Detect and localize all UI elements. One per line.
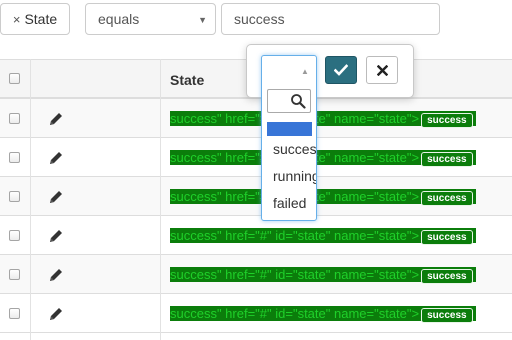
row-checkbox[interactable] (9, 230, 20, 241)
column-header-state[interactable]: State (170, 72, 204, 88)
remove-icon: × (12, 11, 21, 27)
row-checkbox[interactable] (9, 191, 20, 202)
state-cell[interactable]: success" href="#" id="state" name="state… (170, 306, 476, 323)
dropdown-option-running[interactable]: running (266, 166, 316, 186)
row-checkbox[interactable] (9, 269, 20, 280)
row-checkbox[interactable] (9, 113, 20, 124)
row-checkbox[interactable] (9, 152, 20, 163)
pencil-icon[interactable] (47, 305, 65, 323)
search-icon (291, 94, 306, 109)
confirm-edit-button[interactable] (325, 56, 357, 84)
dropdown-search-input[interactable] (267, 89, 311, 113)
state-raw-text: success" href="#" id="state" name="state… (170, 267, 420, 282)
row-checkbox[interactable] (9, 308, 20, 319)
status-badge: success (421, 230, 473, 245)
status-badge: success (421, 308, 473, 323)
results-table: State success" href="#" id="state" name=… (0, 59, 512, 340)
dropdown-option-highlighted[interactable] (267, 122, 312, 136)
status-badge: success (421, 269, 473, 284)
chevron-down-icon: ▼ (198, 15, 207, 25)
select-all-checkbox[interactable] (9, 73, 20, 84)
close-icon (376, 64, 388, 76)
state-cell[interactable]: success" href="#" id="state" name="state… (170, 150, 476, 167)
status-badge: success (421, 113, 473, 128)
table-row: success" href="#" id="state" name="state… (0, 255, 512, 294)
state-raw-text: success" href="#" id="state" name="state… (170, 228, 420, 243)
state-raw-text: success" href="#" id="state" name="state… (170, 306, 420, 321)
table-row: success" href="#" id="state" name="state… (0, 216, 512, 255)
dropdown-arrow-icon: ▲ (301, 67, 309, 76)
pencil-icon[interactable] (47, 110, 65, 128)
state-cell[interactable]: success" href="#" id="state" name="state… (170, 267, 476, 284)
state-cell[interactable]: success" href="#" id="state" name="state… (170, 228, 476, 245)
state-cell[interactable]: success" href="#" id="state" name="state… (170, 189, 476, 206)
filter-operator-value: equals (98, 11, 140, 27)
state-dropdown[interactable]: ▲ success running failed (261, 55, 317, 221)
table-row: success" href="#" id="state" name="state… (0, 294, 512, 333)
status-badge: success (421, 152, 473, 167)
table-row: success" href="#" id="state" name="state… (0, 138, 512, 177)
table-row: success" href="#" id="state" name="state… (0, 177, 512, 216)
pencil-icon[interactable] (47, 227, 65, 245)
column-divider (30, 59, 31, 340)
cancel-edit-button[interactable] (366, 56, 398, 84)
dropdown-option-failed[interactable]: failed (266, 193, 316, 213)
filter-field-label: State (24, 11, 58, 27)
pencil-icon[interactable] (47, 266, 65, 284)
check-icon (334, 64, 348, 76)
column-divider (160, 59, 161, 340)
pencil-icon[interactable] (47, 188, 65, 206)
remove-filter-state-button[interactable]: × State (0, 3, 70, 35)
filter-operator-select[interactable]: equals ▼ (85, 3, 216, 35)
filter-value-text: success (234, 11, 285, 27)
dropdown-option-success[interactable]: success (266, 139, 316, 159)
table-row: success" href="#" id="state" name="state… (0, 99, 512, 138)
pencil-icon[interactable] (47, 149, 65, 167)
filter-value-input[interactable]: success (221, 3, 440, 35)
status-badge: success (421, 191, 473, 206)
state-cell[interactable]: success" href="#" id="state" name="state… (170, 111, 476, 128)
